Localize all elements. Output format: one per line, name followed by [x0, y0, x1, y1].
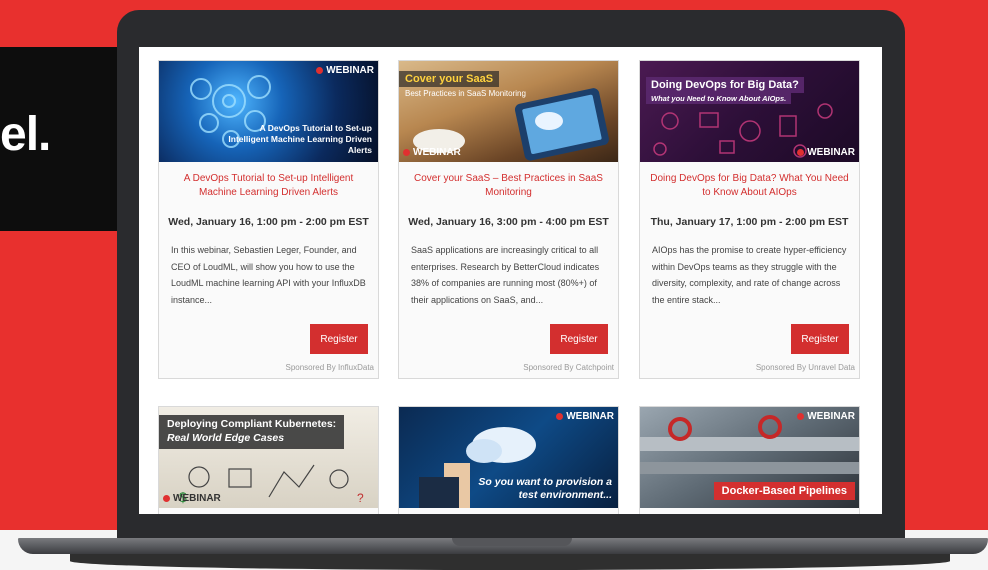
webinar-badge: WEBINAR: [797, 147, 855, 158]
webinar-card: WEBINAR Docker-Based Pipelines: [639, 406, 860, 514]
badge-dot-icon: [163, 495, 170, 502]
webinar-card: Cover your SaaS Best Practices in SaaS M…: [398, 60, 619, 379]
webinar-badge: WEBINAR: [316, 65, 374, 76]
register-button[interactable]: Register: [791, 324, 849, 354]
webinar-image[interactable]: Doing DevOps for Big Data? What you Need…: [640, 61, 859, 162]
webinar-image-subheading: What you Need to Know About AIOps.: [646, 93, 792, 104]
webinar-description: AIOps has the promise to create hyper-ef…: [652, 245, 847, 305]
register-button[interactable]: Register: [310, 324, 368, 354]
webinar-image-subheading: Best Practices in SaaS Monitoring: [405, 89, 526, 98]
webinar-title-link[interactable]: A DevOps Tutorial to Set-up Intelligent …: [159, 162, 378, 208]
badge-dot-icon: [556, 413, 564, 420]
webinar-card: WEBINAR A DevOps Tutorial to Set-up Inte…: [158, 60, 379, 379]
webinar-image[interactable]: Cover your SaaS Best Practices in SaaS M…: [399, 61, 618, 162]
hero-text-block: el.: [0, 47, 120, 231]
webinar-image[interactable]: WEBINAR Docker-Based Pipelines: [640, 407, 859, 508]
webinar-title-link[interactable]: Doing DevOps for Big Data? What You Need…: [640, 162, 859, 208]
webinar-card: $ ? Deploying Compliant Kubernetes: Real…: [158, 406, 379, 514]
badge-dot-icon: [316, 67, 324, 74]
webinar-date: Thu, January 17, 1:00 pm - 2:00 pm EST: [650, 216, 849, 228]
hero-text-fragment: el.: [0, 108, 51, 161]
webinar-title-link[interactable]: Cover your SaaS – Best Practices in SaaS…: [399, 162, 618, 208]
webinar-image-heading: Docker-Based Pipelines: [713, 482, 855, 500]
webinar-description: SaaS applications are increasingly criti…: [411, 245, 600, 305]
webinar-description: In this webinar, Sebastien Leger, Founde…: [171, 245, 366, 305]
webinar-badge: WEBINAR: [797, 411, 855, 422]
sponsor-text: Sponsored By InfluxData: [285, 363, 375, 372]
webinar-badge: WEBINAR: [403, 147, 461, 158]
webinar-image[interactable]: WEBINAR A DevOps Tutorial to Set-up Inte…: [159, 61, 378, 162]
webinar-image-heading: Deploying Compliant Kubernetes:: [167, 418, 337, 430]
sponsor-text: Sponsored By Catchpoint: [523, 363, 614, 372]
sponsor-text: Sponsored By Unravel Data: [755, 363, 855, 372]
badge-dot-icon: [403, 149, 410, 156]
laptop-shadow: [70, 552, 950, 570]
webinar-image-heading: Doing DevOps for Big Data?: [646, 77, 804, 93]
laptop-screen: WEBINAR A DevOps Tutorial to Set-up Inte…: [139, 47, 882, 514]
register-button[interactable]: Register: [550, 324, 608, 354]
webinar-card: WEBINAR So you want to provision a test …: [398, 406, 619, 514]
laptop-base-notch: [452, 538, 572, 546]
webinar-date: Wed, January 16, 1:00 pm - 2:00 pm EST: [168, 216, 369, 228]
badge-dot-icon: [797, 413, 805, 420]
svg-text:?: ?: [357, 491, 364, 505]
webinar-card: Doing DevOps for Big Data? What you Need…: [639, 60, 860, 379]
webinar-image-subheading: Real World Edge Cases: [167, 432, 285, 444]
webinar-image-heading: So you want to provision a test environm…: [478, 476, 612, 501]
webinar-badge: WEBINAR: [163, 493, 221, 504]
webinar-image-heading-block: Deploying Compliant Kubernetes: Real Wor…: [159, 415, 345, 449]
webinar-image-heading: A DevOps Tutorial to Set-up Intelligent …: [228, 123, 372, 155]
webinar-image[interactable]: WEBINAR So you want to provision a test …: [399, 407, 618, 508]
webinar-date: Wed, January 16, 3:00 pm - 4:00 pm EST: [408, 216, 609, 228]
webinar-badge: WEBINAR: [556, 411, 614, 422]
webinar-image[interactable]: $ ? Deploying Compliant Kubernetes: Real…: [159, 407, 378, 508]
badge-dot-icon: [797, 149, 805, 156]
webinar-image-heading: Cover your SaaS: [399, 71, 500, 87]
